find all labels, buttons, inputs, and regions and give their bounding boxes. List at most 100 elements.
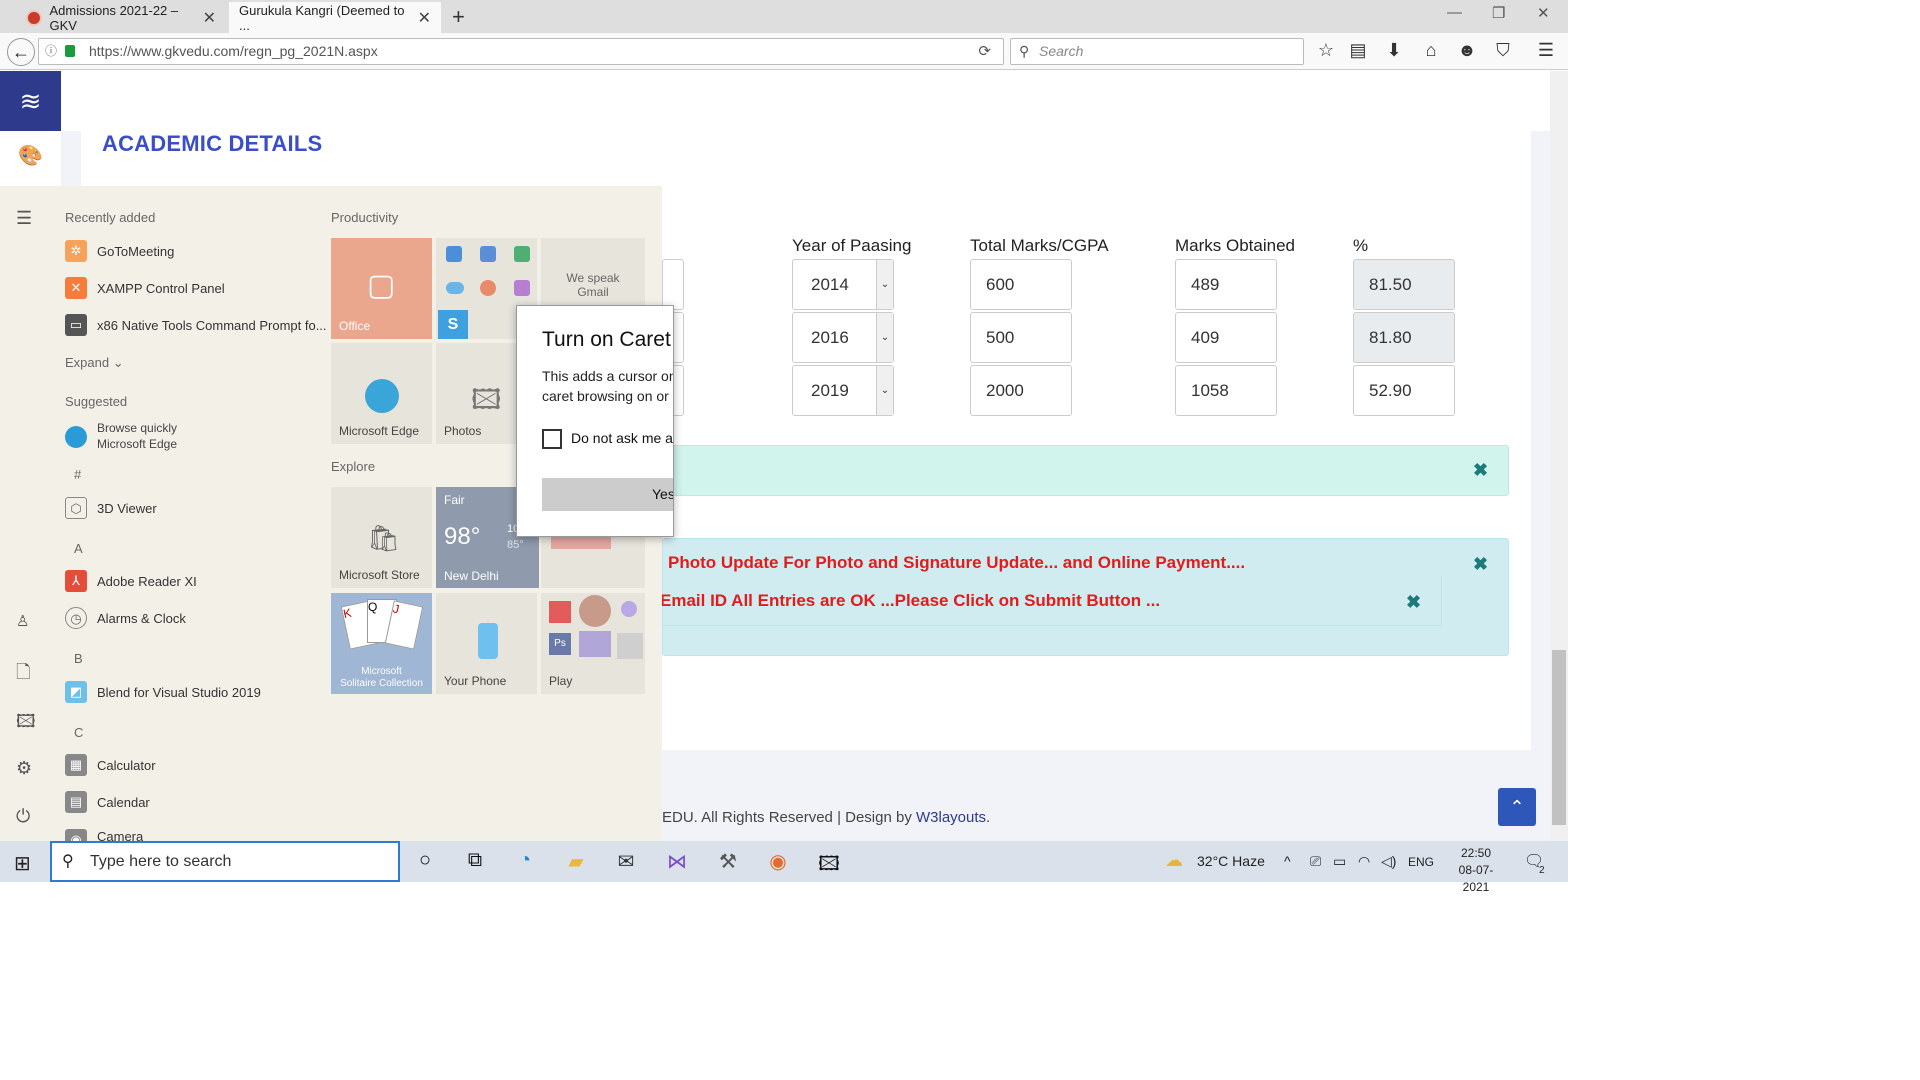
footer-link[interactable]: W3layouts [916,809,986,826]
pocket-icon[interactable]: ⛉ [1492,40,1514,61]
close-icon[interactable]: ✖ [1473,460,1488,481]
scrollbar-thumb[interactable] [1552,650,1566,825]
app-calendar[interactable]: ▤ Calendar [65,791,150,813]
mail-icon[interactable]: ✉ [611,849,641,874]
year-value: 2016 [811,328,849,347]
tile-label: Microsoft Edge [339,424,420,438]
app-native-tools[interactable]: ▭ x86 Native Tools Command Prompt fo... [65,314,327,336]
back-button[interactable]: ← [7,38,35,66]
tools-icon[interactable]: ⚒ [713,849,743,874]
app-xampp[interactable]: ✕ XAMPP Control Panel [65,277,225,299]
do-not-ask-checkbox[interactable] [542,429,562,449]
marks-obtained-input[interactable]: 489 [1175,259,1277,310]
weather-text[interactable]: 32°C Haze [1197,853,1265,869]
app-adobe-reader[interactable]: ⅄ Adobe Reader XI [65,570,197,592]
do-not-ask-label[interactable]: Do not ask me a [571,430,673,446]
row-field-partial[interactable] [662,259,684,310]
app-blend[interactable]: ◩ Blend for Visual Studio 2019 [65,681,261,703]
letter-header[interactable]: C [74,725,83,740]
close-tab-icon[interactable]: ✕ [418,8,431,28]
total-marks-input[interactable]: 2000 [970,365,1072,416]
wifi-icon[interactable]: ◠ [1358,853,1370,870]
reload-icon[interactable]: ⟳ [978,39,991,64]
suggested-edge[interactable]: Browse quickly Microsoft Edge [65,420,177,452]
letter-header[interactable]: A [74,541,83,556]
file-explorer-icon[interactable]: ▰ [561,849,591,874]
firefox-icon[interactable]: ◉ [763,849,793,874]
year-select[interactable]: 2016 ⌄ [792,312,894,363]
close-window-button[interactable]: ✕ [1537,4,1550,22]
info-icon[interactable]: ⓘ [45,39,57,64]
app-alarms[interactable]: ◷ Alarms & Clock [65,607,186,629]
battery-saver-icon[interactable]: ⎚ [1310,853,1321,870]
marks-obtained-input[interactable]: 1058 [1175,365,1277,416]
volume-icon[interactable]: ◁) [1381,853,1396,870]
task-view-icon[interactable]: ⧉ [460,849,490,872]
taskbar-search-input[interactable]: ⚲ Type here to search [50,841,400,882]
library-icon[interactable]: ▤ [1347,40,1369,61]
menu-icon[interactable]: ☰ [1535,40,1557,61]
tile-edge[interactable]: Microsoft Edge [331,343,432,444]
power-icon[interactable]: ⏻ [16,806,30,827]
palette-icon[interactable]: 🎨 [18,143,43,168]
tab-gurukula-active[interactable]: Gurukula Kangri (Deemed to ... ✕ [229,2,441,33]
close-icon[interactable]: ✖ [1406,592,1421,613]
new-tab-button[interactable]: + [452,4,465,30]
battery-icon[interactable]: ▭ [1333,853,1346,870]
minimize-button[interactable]: — [1447,4,1462,21]
browser-search-input[interactable]: ⚲ Search [1010,38,1304,65]
app-calculator[interactable]: ▦ Calculator [65,754,156,776]
powerpoint-icon [480,280,496,296]
close-tab-icon[interactable]: ✕ [203,8,216,28]
user-icon[interactable]: ♙ [16,612,29,630]
documents-icon[interactable]: 🗋 [16,660,30,690]
windows-start-icon[interactable]: ⊞ [14,851,31,876]
letter-header[interactable]: # [74,467,81,482]
year-select[interactable]: 2014 ⌄ [792,259,894,310]
tile-play[interactable]: Ps Play [541,593,645,694]
tile-store[interactable]: 🛍 Microsoft Store [331,487,432,588]
hamburger-icon[interactable]: ☰ [16,208,32,229]
pictures-icon[interactable]: 🖾 [16,709,36,739]
visual-studio-icon[interactable]: ⋈ [662,849,692,874]
yes-button[interactable]: Yes [542,478,673,511]
chevron-down-icon[interactable]: ⌄ [876,366,893,415]
cortana-icon[interactable]: ○ [410,849,440,872]
weather-icon[interactable]: ☁ [1165,850,1183,871]
app-3d-viewer[interactable]: ⬡ 3D Viewer [65,497,157,519]
app-camera[interactable]: ◉ Camera [65,829,143,841]
edge-taskbar-icon[interactable]: ◔ [510,849,540,872]
total-marks-input[interactable]: 600 [970,259,1072,310]
language-indicator[interactable]: ENG [1408,855,1434,869]
clock[interactable]: 22:50 08-07-2021 [1446,845,1506,896]
layers-logo-icon[interactable]: ≋ [0,71,61,131]
total-marks-input[interactable]: 500 [970,312,1072,363]
phone-icon [478,623,498,659]
scroll-to-top-button[interactable]: ⌃ [1498,788,1536,826]
tile-office[interactable]: ▢ Office [331,238,432,339]
tile-solitaire[interactable]: K Q J Microsoft Solitaire Collection [331,593,432,694]
chat-icon[interactable]: ☻ [1456,40,1478,61]
app-gotomeeting[interactable]: ✲ GoToMeeting [65,240,174,262]
bookmark-star-icon[interactable]: ☆ [1315,40,1337,61]
chevron-up-icon[interactable]: ^ [1284,853,1291,869]
expand-link[interactable]: Expand ⌄ [65,355,124,371]
address-bar[interactable]: ⓘ https://www.gkvedu.com/regn_pg_2021N.a… [38,38,1004,65]
settings-gear-icon[interactable]: ⚙ [16,758,32,779]
close-icon[interactable]: ✖ [1473,554,1488,575]
chevron-down-icon[interactable]: ⌄ [876,260,893,309]
xampp-icon: ✕ [65,277,87,299]
tile-your-phone[interactable]: Your Phone [436,593,537,694]
restore-button[interactable]: ❐ [1492,4,1505,22]
marks-obtained-input[interactable]: 409 [1175,312,1277,363]
percent-input[interactable]: 52.90 [1353,365,1455,416]
letter-header[interactable]: B [74,651,83,666]
home-icon[interactable]: ⌂ [1420,40,1442,61]
search-placeholder: Search [1039,43,1084,59]
tab-admissions[interactable]: Admissions 2021-22 – GKV ✕ [16,2,226,33]
chevron-down-icon[interactable]: ⌄ [876,313,893,362]
photos-taskbar-icon[interactable]: 🖾 [814,849,844,883]
tile-label: Gmail [577,285,609,299]
download-icon[interactable]: ⬇ [1383,40,1405,61]
year-select[interactable]: 2019 ⌄ [792,365,894,416]
